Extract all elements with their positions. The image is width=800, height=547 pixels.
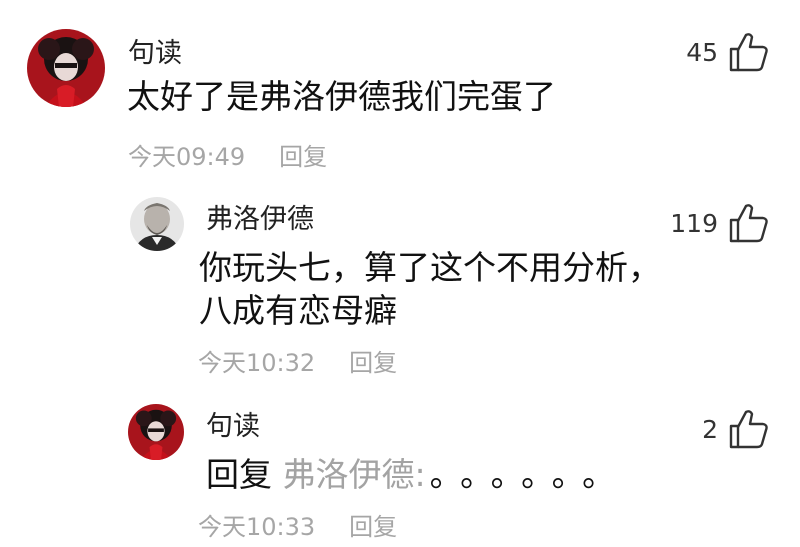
comment-meta: 今天09:49 回复	[128, 137, 327, 172]
like-control[interactable]: 2	[702, 408, 770, 450]
comment-time: 今天10:32	[198, 349, 316, 377]
thumbs-up-icon[interactable]	[728, 31, 770, 73]
user-avatar[interactable]	[130, 197, 184, 251]
like-count: 45	[686, 37, 718, 67]
comment-text: 太好了是弗洛伊德我们完蛋了	[127, 77, 556, 116]
comment-3: 句读 回复 弗洛伊德:。。。。。。 今天10:33 回复 2	[0, 380, 800, 547]
comment-text: 回复 弗洛伊德:。。。。。。	[206, 453, 629, 497]
comment-time: 今天10:33	[198, 513, 316, 541]
reply-button[interactable]: 回复	[279, 143, 327, 171]
reply-target-user[interactable]: 弗洛伊德:	[283, 455, 426, 494]
like-count: 119	[670, 208, 718, 238]
reply-button[interactable]: 回复	[349, 513, 397, 541]
user-avatar[interactable]	[128, 404, 184, 460]
comment-1: 句读 太好了是弗洛伊德我们完蛋了 今天09:49 回复 45	[0, 0, 800, 180]
comment-username[interactable]: 句读	[206, 404, 260, 443]
comment-text-line-1: 你玩头七，算了这个不用分析，	[199, 248, 661, 287]
comment-time: 今天09:49	[128, 143, 246, 171]
comment-text-line-2: 八成有恋母癖	[199, 291, 397, 330]
comment-meta: 今天10:32 回复	[198, 343, 397, 378]
user-avatar[interactable]	[27, 29, 105, 107]
like-control[interactable]: 45	[686, 31, 770, 73]
comment-2: 弗洛伊德 你玩头七，算了这个不用分析， 八成有恋母癖 今天10:32 回复 119	[0, 180, 800, 380]
thumbs-up-icon[interactable]	[728, 202, 770, 244]
comment-meta: 今天10:33 回复	[198, 507, 397, 542]
reply-button[interactable]: 回复	[349, 349, 397, 377]
reply-prefix: 回复	[206, 455, 272, 494]
reply-body: 。。。。。。	[429, 455, 630, 494]
comment-username[interactable]: 弗洛伊德	[206, 197, 314, 236]
comment-username[interactable]: 句读	[128, 31, 182, 70]
like-control[interactable]: 119	[670, 202, 770, 244]
thumbs-up-icon[interactable]	[728, 408, 770, 450]
like-count: 2	[702, 414, 718, 444]
